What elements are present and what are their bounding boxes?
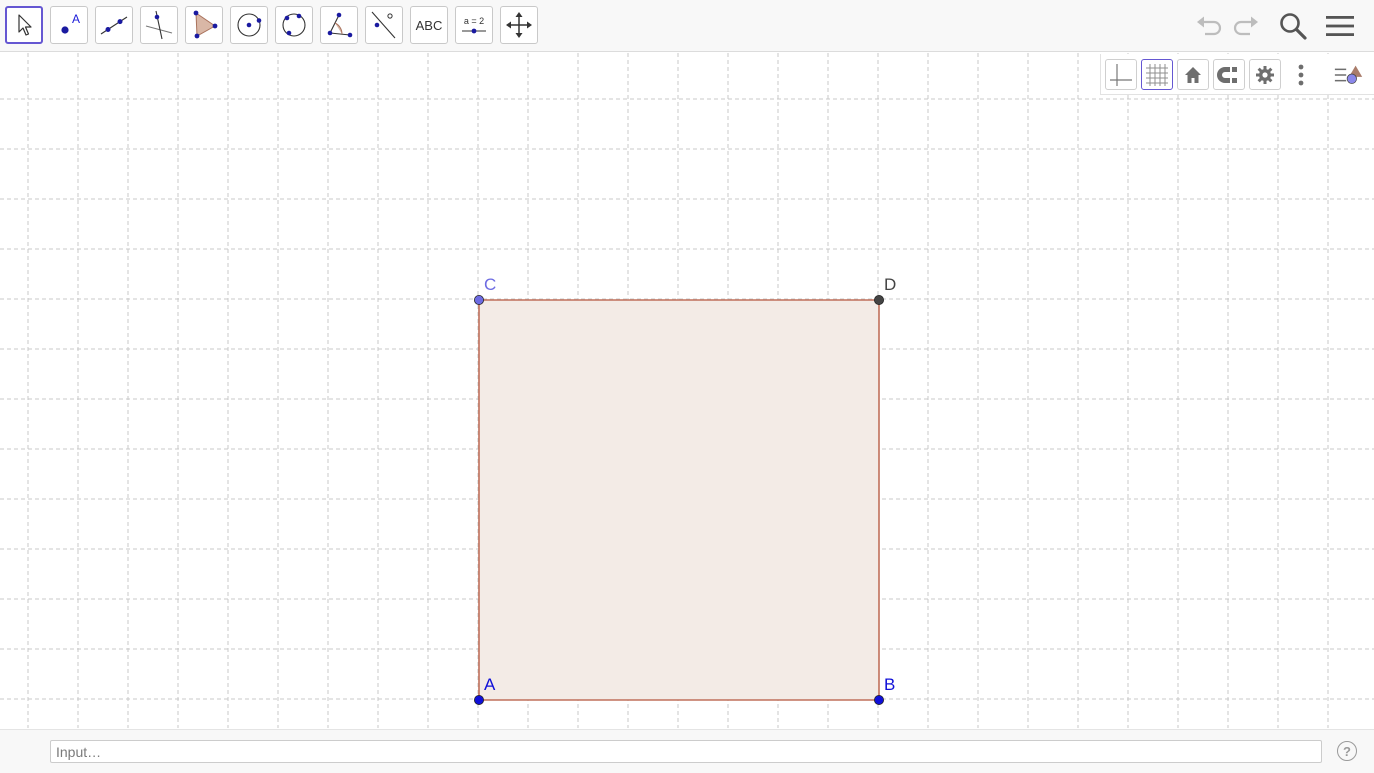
slider-tool-label: a = 2 bbox=[463, 16, 485, 26]
grid-toggle-button[interactable] bbox=[1141, 59, 1173, 90]
point-tool-button[interactable]: A bbox=[50, 6, 88, 44]
point-a[interactable] bbox=[473, 695, 484, 706]
reflect-about-line-tool-button[interactable] bbox=[365, 6, 403, 44]
point-b[interactable] bbox=[874, 695, 885, 706]
polygon-tool-button[interactable] bbox=[185, 6, 223, 44]
text-tool-button[interactable]: ABC bbox=[410, 6, 448, 44]
point-label-a: A bbox=[484, 675, 496, 694]
magnet-snap-icon bbox=[1217, 66, 1237, 83]
move-tool-button[interactable] bbox=[5, 6, 43, 44]
circle-center-point-icon bbox=[237, 13, 262, 37]
search-button[interactable] bbox=[1275, 8, 1311, 44]
home-icon bbox=[1185, 66, 1201, 83]
circle-three-points-icon bbox=[282, 13, 306, 37]
line-tool-button[interactable] bbox=[95, 6, 133, 44]
angle-tool-button[interactable] bbox=[320, 6, 358, 44]
angle-icon bbox=[327, 12, 353, 38]
slider-tool-button[interactable]: a = 2 bbox=[455, 6, 493, 44]
circle-three-points-tool-button[interactable] bbox=[275, 6, 313, 44]
move-graphics-view-tool-button[interactable] bbox=[500, 6, 538, 44]
input-help-button[interactable]: ? bbox=[1337, 741, 1357, 761]
toolbar: A ABC a = 2 bbox=[0, 0, 1374, 52]
point-label-b: B bbox=[884, 675, 895, 694]
input-bar: ? bbox=[0, 729, 1374, 773]
main-menu-button[interactable] bbox=[1322, 8, 1358, 44]
more-vertical-icon bbox=[1298, 64, 1304, 85]
axes-toggle-button[interactable] bbox=[1105, 59, 1137, 90]
point-d[interactable] bbox=[874, 294, 885, 305]
reflect-about-line-icon bbox=[371, 11, 396, 39]
settings-button[interactable] bbox=[1249, 59, 1281, 90]
axes-toggle-icon bbox=[1110, 63, 1132, 86]
polygon-abdc[interactable] bbox=[479, 300, 879, 700]
polygon-icon bbox=[193, 10, 218, 39]
point-c[interactable] bbox=[473, 294, 484, 305]
perpendicular-line-icon bbox=[145, 10, 173, 40]
grid-toggle-icon bbox=[1146, 63, 1168, 86]
arrow-cursor-icon bbox=[18, 14, 32, 36]
redo-icon bbox=[1233, 16, 1258, 36]
help-icon: ? bbox=[1343, 743, 1351, 759]
home-view-button[interactable] bbox=[1177, 59, 1209, 90]
style-bar-toggle-icon bbox=[1334, 65, 1363, 84]
point-label-c: C bbox=[484, 275, 496, 294]
search-icon bbox=[1280, 13, 1307, 40]
more-options-button[interactable] bbox=[1285, 59, 1317, 90]
line-through-two-points-icon bbox=[100, 16, 128, 35]
graphics-style-bar bbox=[1100, 54, 1374, 95]
text-tool-label: ABC bbox=[415, 17, 443, 33]
point-icon: A bbox=[61, 12, 80, 34]
perpendicular-line-tool-button[interactable] bbox=[140, 6, 178, 44]
move-graphics-view-icon bbox=[506, 12, 532, 38]
point-capturing-button[interactable] bbox=[1213, 59, 1245, 90]
algebra-input-field[interactable] bbox=[50, 740, 1322, 763]
point-tool-label: A bbox=[72, 12, 80, 26]
undo-button[interactable] bbox=[1191, 8, 1227, 44]
undo-icon bbox=[1197, 16, 1222, 36]
graphics-view[interactable]: A B C D bbox=[0, 53, 1374, 728]
circle-center-point-tool-button[interactable] bbox=[230, 6, 268, 44]
gear-icon bbox=[1256, 65, 1274, 84]
point-label-d: D bbox=[884, 275, 896, 294]
hamburger-menu-icon bbox=[1326, 16, 1354, 36]
redo-button[interactable] bbox=[1228, 8, 1264, 44]
style-bar-toggle-button[interactable] bbox=[1333, 59, 1365, 90]
